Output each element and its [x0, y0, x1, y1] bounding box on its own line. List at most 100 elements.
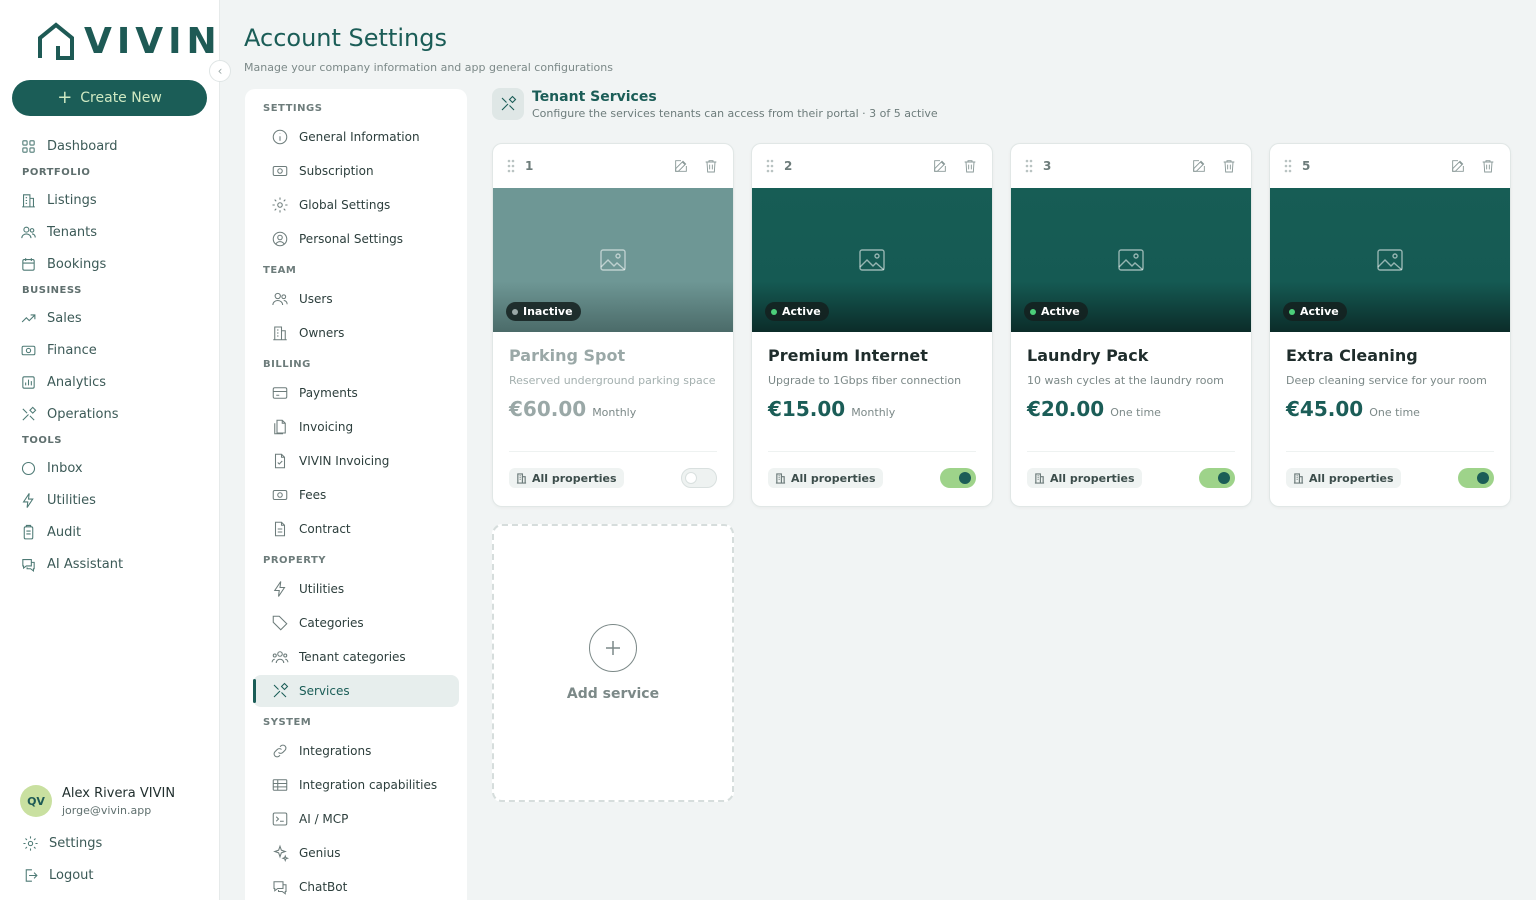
chat-bubbles-icon: [273, 881, 287, 895]
building-icon: [273, 326, 287, 341]
edit-icon[interactable]: [673, 158, 689, 174]
settings-item-contract[interactable]: Contract: [253, 513, 459, 545]
settings-item-invoicing[interactable]: Invoicing: [253, 411, 459, 443]
card-toolbar: 2: [752, 144, 992, 188]
nav-item-dashboard[interactable]: Dashboard: [0, 130, 220, 162]
settings-item-users[interactable]: Users: [253, 283, 459, 315]
trash-icon[interactable]: [1221, 158, 1237, 174]
settings-item-label: Utilities: [299, 582, 345, 596]
nav-item-label: Audit: [47, 524, 82, 540]
chart-icon: [22, 375, 35, 389]
settings-item-genius[interactable]: Genius: [253, 837, 459, 869]
user-name: Alex Rivera VIVIN: [62, 785, 176, 801]
nav-item-utilities[interactable]: Utilities: [0, 484, 220, 516]
toggle-knob: [1477, 472, 1489, 484]
nav-item-tenants[interactable]: Tenants: [0, 216, 220, 248]
edit-icon[interactable]: [932, 158, 948, 174]
section-description: Configure the services tenants can acces…: [532, 106, 938, 120]
user-profile[interactable]: QV Alex Rivera VIVIN jorge@vivin.app: [20, 785, 175, 817]
settings-item-general-information[interactable]: General Information: [253, 121, 459, 153]
image-placeholder-icon: [600, 249, 626, 271]
logo-text: VIVIN: [84, 21, 222, 62]
service-title: Premium Internet: [768, 346, 928, 365]
main-sidebar: VIVIN + Create New Dashboard PORTFOLIO Lis…: [0, 0, 220, 900]
settings-item-label: Contract: [299, 522, 351, 536]
settings-item-fees[interactable]: Fees: [253, 479, 459, 511]
nav-item-listings[interactable]: Listings: [0, 184, 220, 216]
settings-item-vivin-invoicing[interactable]: VIVIN Invoicing: [253, 445, 459, 477]
settings-item-owners[interactable]: Owners: [253, 317, 459, 349]
settings-item-label: AI / MCP: [299, 812, 349, 826]
nav-section-label: BUSINESS: [22, 285, 82, 296]
nav-item-label: Tenants: [47, 224, 98, 240]
avatar: QV: [20, 785, 52, 817]
collapse-sidebar-button[interactable]: ‹: [209, 60, 231, 82]
add-service-card[interactable]: Add service: [492, 524, 734, 802]
nav-item-ai-assistant[interactable]: AI Assistant: [0, 548, 220, 580]
settings-item-utilities[interactable]: Utilities: [253, 573, 459, 605]
logout-link[interactable]: Logout: [22, 867, 94, 884]
service-toggle[interactable]: [1458, 468, 1494, 488]
service-price: €20.00: [1027, 397, 1105, 421]
trash-icon[interactable]: [1480, 158, 1496, 174]
service-toggle[interactable]: [940, 468, 976, 488]
section-header: Tenant Services Configure the services t…: [492, 88, 938, 120]
settings-section-label: TEAM: [263, 265, 297, 276]
edit-icon[interactable]: [1450, 158, 1466, 174]
gear-icon: [23, 836, 38, 851]
money-icon: [272, 489, 288, 501]
drag-handle-icon[interactable]: [1025, 159, 1033, 173]
tools-icon: [273, 682, 289, 698]
building-icon: [1034, 472, 1045, 484]
settings-link[interactable]: Settings: [22, 835, 102, 852]
app-logo[interactable]: VIVIN: [36, 22, 222, 62]
settings-item-subscription[interactable]: Subscription: [253, 155, 459, 187]
nav-item-analytics[interactable]: Analytics: [0, 366, 220, 398]
settings-item-categories[interactable]: Categories: [253, 607, 459, 639]
settings-item-tenant-categories[interactable]: Tenant categories: [253, 641, 459, 673]
settings-item-personal-settings[interactable]: Personal Settings: [253, 223, 459, 255]
money-icon: [272, 165, 288, 177]
settings-item-ai-mcp[interactable]: AI / MCP: [253, 803, 459, 835]
settings-item-chatbot[interactable]: ChatBot: [253, 871, 459, 900]
nav-item-operations[interactable]: Operations: [0, 398, 220, 430]
settings-item-global-settings[interactable]: Global Settings: [253, 189, 459, 221]
settings-item-integration-capabilities[interactable]: Integration capabilities: [253, 769, 459, 801]
nav-item-finance[interactable]: Finance: [0, 334, 220, 366]
nav-item-audit[interactable]: Audit: [0, 516, 220, 548]
trash-icon[interactable]: [703, 158, 719, 174]
settings-item-integrations[interactable]: Integrations: [253, 735, 459, 767]
service-title: Extra Cleaning: [1286, 346, 1418, 365]
settings-item-label: VIVIN Invoicing: [299, 454, 390, 468]
plus-circle-icon: [589, 624, 637, 672]
service-order: 2: [784, 159, 793, 173]
nav-item-inbox[interactable]: Inbox: [0, 452, 220, 484]
users-icon: [21, 226, 36, 238]
service-image-placeholder: Active: [1011, 188, 1251, 332]
tools-icon: [22, 406, 37, 421]
service-description: Deep cleaning service for your room: [1286, 374, 1487, 387]
service-card: 3 Active Laundry Pack 10 wash cycles at the…: [1010, 143, 1252, 507]
service-order: 5: [1302, 159, 1311, 173]
nav-item-sales[interactable]: Sales: [0, 302, 220, 334]
settings-section-label: SYSTEM: [263, 717, 312, 728]
drag-handle-icon[interactable]: [1284, 159, 1292, 173]
drag-handle-icon[interactable]: [766, 159, 774, 173]
plus-icon: +: [57, 87, 73, 108]
nav-item-bookings[interactable]: Bookings: [0, 248, 220, 280]
service-toggle[interactable]: [1199, 468, 1235, 488]
drag-handle-icon[interactable]: [507, 159, 515, 173]
status-dot: [771, 308, 777, 315]
edit-icon[interactable]: [1191, 158, 1207, 174]
nav-item-label: Finance: [47, 342, 97, 358]
settings-item-services[interactable]: Services: [253, 675, 459, 707]
chat-icon: [21, 461, 36, 475]
trash-icon[interactable]: [962, 158, 978, 174]
nav-item-label: Bookings: [47, 256, 107, 272]
settings-item-label: Fees: [299, 488, 327, 502]
settings-item-payments[interactable]: Payments: [253, 377, 459, 409]
create-new-button[interactable]: + Create New: [12, 80, 207, 116]
card-toolbar: 1: [493, 144, 733, 188]
status-badge: Active: [1024, 302, 1088, 321]
service-toggle[interactable]: [681, 468, 717, 488]
